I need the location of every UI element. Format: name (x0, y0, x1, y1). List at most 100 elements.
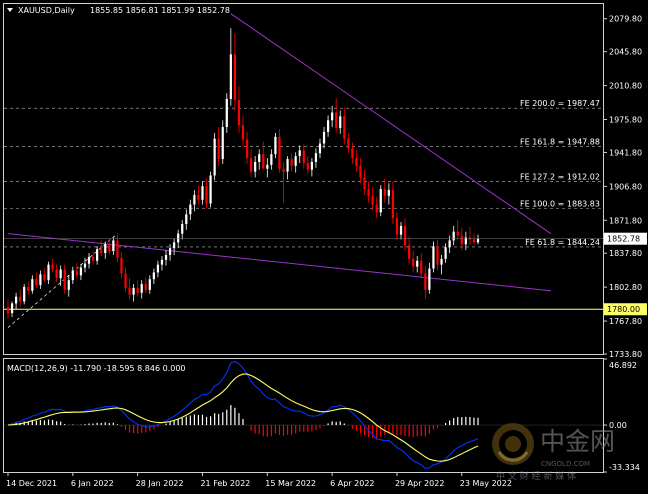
candle-body (233, 54, 237, 100)
candle-body (132, 287, 135, 295)
candle-body (343, 116, 346, 139)
candle-body (79, 267, 83, 276)
ohlc-label: 1855.85 1856.81 1851.99 1852.78 (90, 6, 230, 15)
candle-body (27, 286, 30, 291)
candle-body (440, 258, 443, 265)
candle-body (375, 204, 378, 213)
candle-body (116, 240, 119, 258)
candle-body (31, 279, 34, 291)
macd-y-tick-label: 46.892 (609, 361, 637, 370)
candle-body (286, 159, 289, 172)
candle-body (391, 190, 395, 219)
fib-level-label: FE 161.8 = 1947.88 (520, 138, 600, 147)
candle-body (314, 153, 318, 162)
candle-body (298, 150, 301, 157)
candle-body (140, 284, 143, 293)
candle-body (10, 303, 14, 314)
chart-header: XAUUSD,Daily 1855.85 1856.81 1851.99 185… (7, 6, 230, 15)
candle-body (241, 125, 245, 140)
candle-body (245, 139, 249, 159)
candle-body (124, 273, 127, 288)
candle-body (266, 164, 269, 169)
macd-y-tick-label: 0.00 (609, 421, 627, 430)
candle-body (225, 98, 228, 128)
candle-body (262, 154, 265, 169)
y-tick-label: 1802.80 (609, 283, 642, 292)
candle-body (339, 116, 342, 129)
y-tick-label: 2079.80 (609, 15, 642, 24)
candle-body (173, 242, 176, 249)
candle-body (408, 245, 411, 259)
candle-body (326, 120, 330, 132)
candle-body (197, 194, 200, 200)
candle-body (294, 156, 297, 166)
y-tick-label: 1941.80 (609, 148, 642, 157)
candle-body (448, 240, 451, 248)
x-tick-label: 23 May 2022 (460, 479, 512, 488)
candle-body (310, 161, 313, 170)
candle-body (217, 138, 220, 160)
candle-body (177, 233, 180, 243)
candle-body (282, 168, 285, 172)
candle-body (136, 287, 139, 293)
candle-body (100, 249, 103, 254)
candle-body (83, 263, 87, 268)
candle-body (55, 269, 58, 279)
candle-body (67, 280, 70, 290)
candle-body (331, 112, 334, 121)
x-tick-label: 29 Apr 2022 (395, 479, 444, 488)
candle-body (237, 99, 241, 126)
x-tick-label: 6 Apr 2022 (330, 479, 374, 488)
y-tick-label: 1906.80 (609, 182, 642, 191)
candle-body (181, 223, 184, 234)
candle-body (432, 246, 435, 269)
candle-body (278, 136, 281, 169)
x-tick-label: 21 Feb 2022 (200, 479, 250, 488)
price-chart[interactable]: 中金网 CNGOLD.COM 中 文 财 经 新 媒 体 FE 200.0 = … (0, 0, 648, 494)
candle-body (424, 273, 427, 290)
y-tick-label: 2045.80 (609, 48, 642, 57)
candle-body (144, 284, 147, 290)
y-tick-label: 1733.80 (609, 350, 642, 359)
candle-body (472, 239, 476, 243)
candle-body (302, 150, 305, 163)
current-price-value: 1852.78 (607, 235, 640, 244)
candle-body (23, 286, 26, 302)
candle-body (436, 246, 439, 265)
candle-body (412, 258, 415, 267)
y-tick-label: 1975.80 (609, 116, 642, 125)
candle-body (290, 159, 293, 166)
candle-body (335, 112, 338, 129)
candle-body (355, 158, 358, 166)
candle-body (112, 240, 115, 252)
candle-body (456, 231, 459, 236)
candle-body (416, 260, 419, 267)
gold-coin-logo-icon (492, 423, 534, 465)
symbol-label: XAUUSD,Daily (18, 6, 75, 15)
fib-level-label: FE 61.8 = 1844.24 (525, 238, 600, 247)
candle-body (403, 225, 407, 246)
x-tick-label: 14 Dec 2021 (6, 479, 57, 488)
candle-body (213, 138, 216, 176)
candle-body (444, 247, 447, 259)
candle-body (383, 189, 386, 196)
candle-body (387, 190, 390, 196)
fib-level-label: FE 100.0 = 1883.83 (520, 200, 600, 209)
candle-body (347, 138, 350, 149)
x-tick-label: 15 Mar 2022 (265, 479, 316, 488)
candle (23, 284, 26, 305)
candle-body (367, 189, 370, 196)
candle-body (306, 162, 309, 170)
y-tick-label: 1871.80 (609, 216, 642, 225)
candle-body (156, 264, 160, 273)
candle-body (201, 186, 204, 200)
candle-body (47, 264, 50, 281)
candle-body (120, 257, 123, 274)
candle-body (164, 254, 168, 260)
candle-body (359, 165, 362, 178)
candle-body (363, 177, 366, 190)
candle-body (152, 272, 155, 280)
candle-body (274, 136, 277, 155)
candle-body (168, 248, 172, 255)
y-tick-label: 1767.80 (609, 317, 642, 326)
